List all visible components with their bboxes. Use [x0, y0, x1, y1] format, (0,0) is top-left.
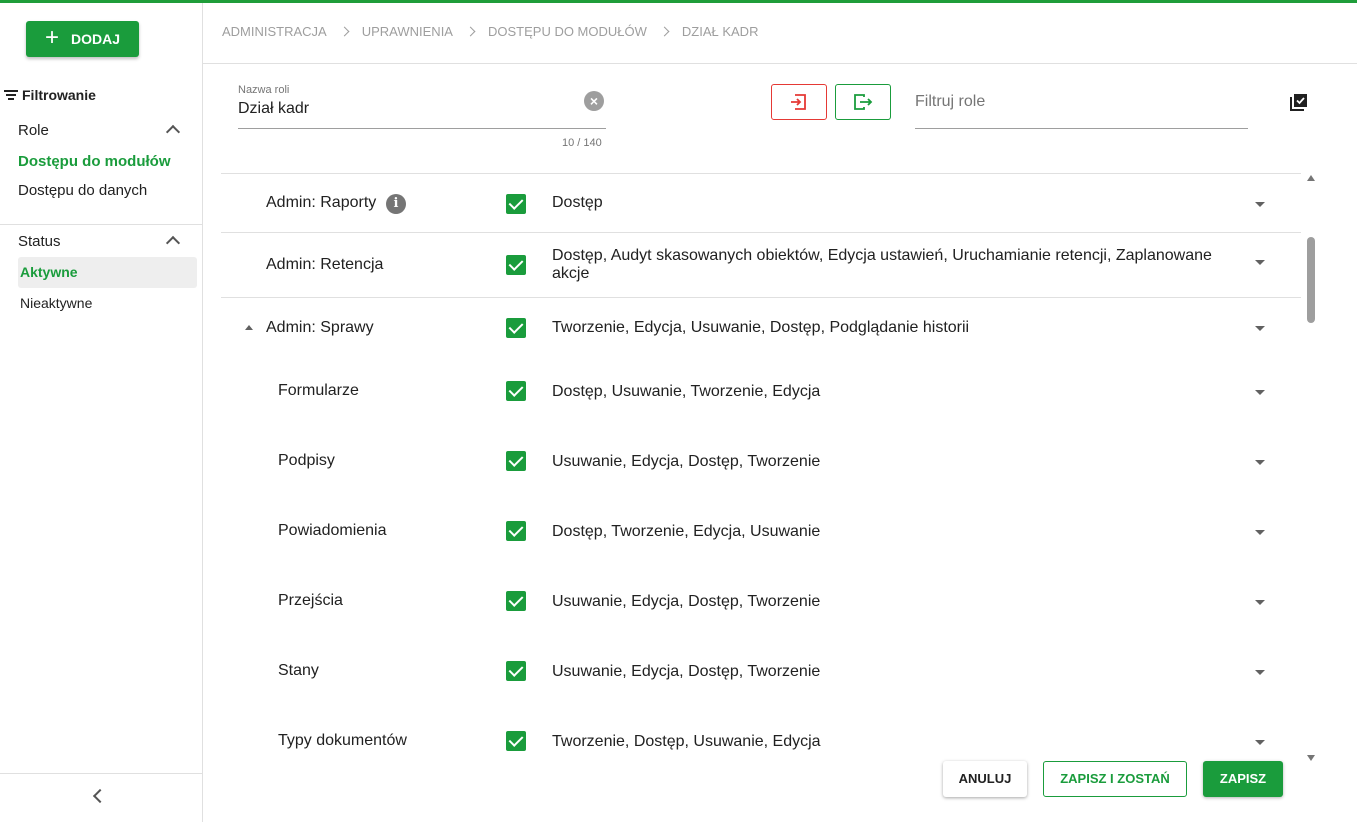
- breadcrumb-item[interactable]: DOSTĘPU DO MODUŁÓW: [488, 24, 647, 39]
- table-row: Stany Usuwanie, Edycja, Dostęp, Tworzeni…: [221, 637, 1301, 707]
- dropdown-caret-icon[interactable]: [1255, 390, 1265, 395]
- table-row: Powiadomienia Dostęp, Tworzenie, Edycja,…: [221, 497, 1301, 567]
- export-icon: [854, 94, 873, 110]
- sidebar-bottom-divider: [0, 773, 202, 774]
- status-group-header[interactable]: Status: [18, 233, 181, 251]
- plus-icon: +: [44, 24, 59, 51]
- filter-title: Filtrowanie: [22, 87, 96, 103]
- dropdown-caret-icon[interactable]: [1255, 740, 1265, 745]
- row-checkbox[interactable]: [506, 318, 526, 338]
- chevron-right-icon: [339, 26, 350, 37]
- import-button[interactable]: [771, 84, 827, 120]
- permissions-table: Admin: Raporty i Dostęp Admin: Retencja …: [221, 173, 1301, 766]
- table-row: Podpisy Usuwanie, Edycja, Dostęp, Tworze…: [221, 427, 1301, 497]
- save-button[interactable]: ZAPISZ: [1203, 761, 1283, 797]
- dropdown-caret-icon[interactable]: [1255, 600, 1265, 605]
- add-button[interactable]: + DODAJ: [26, 21, 139, 57]
- dropdown-caret-icon[interactable]: [1255, 326, 1265, 331]
- filter-icon: [4, 90, 18, 100]
- row-checkbox[interactable]: [506, 661, 526, 681]
- import-icon: [791, 94, 806, 110]
- status-item-active[interactable]: Aktywne: [18, 257, 197, 288]
- role-group-label: Role: [18, 122, 49, 139]
- role-name-underline: [238, 128, 606, 129]
- status-item-inactive[interactable]: Nieaktywne: [18, 288, 197, 319]
- row-checkbox[interactable]: [506, 255, 526, 275]
- dropdown-caret-icon[interactable]: [1255, 670, 1265, 675]
- row-permissions[interactable]: Dostęp, Tworzenie, Edycja, Usuwanie: [552, 523, 1232, 541]
- row-module-name: Admin: Raporty: [266, 194, 377, 211]
- scroll-down-arrow[interactable]: [1307, 755, 1315, 761]
- filter-roles-underline: [915, 128, 1248, 129]
- breadcrumb-item[interactable]: ADMINISTRACJA: [222, 24, 327, 39]
- select-all-icon[interactable]: [1288, 91, 1310, 118]
- clear-icon[interactable]: ×: [584, 91, 604, 111]
- chevron-up-icon: [165, 124, 181, 140]
- table-row: Przejścia Usuwanie, Edycja, Dostęp, Twor…: [221, 567, 1301, 637]
- collapse-caret-icon[interactable]: [245, 325, 253, 330]
- row-permissions[interactable]: Usuwanie, Edycja, Dostęp, Tworzenie: [552, 453, 1232, 471]
- header-divider: [203, 63, 1357, 64]
- chevron-left-icon[interactable]: [92, 788, 108, 804]
- row-checkbox[interactable]: [506, 451, 526, 471]
- row-module-name: Stany: [278, 662, 319, 679]
- chevron-right-icon: [659, 26, 670, 37]
- row-checkbox[interactable]: [506, 521, 526, 541]
- role-group-header[interactable]: Role: [18, 122, 181, 140]
- role-name-input[interactable]: Dział kadr: [238, 100, 309, 118]
- breadcrumb: ADMINISTRACJA UPRAWNIENIA DOSTĘPU DO MOD…: [222, 24, 758, 39]
- row-module-name: Admin: Retencja: [266, 256, 384, 273]
- table-row: Admin: Retencja Dostęp, Audyt skasowanyc…: [221, 232, 1301, 297]
- add-button-label: DODAJ: [71, 31, 121, 47]
- row-module-name: Admin: Sprawy: [266, 319, 374, 336]
- row-checkbox[interactable]: [506, 591, 526, 611]
- dropdown-caret-icon[interactable]: [1255, 460, 1265, 465]
- sidebar-divider: [0, 224, 202, 225]
- row-permissions[interactable]: Dostęp, Usuwanie, Tworzenie, Edycja: [552, 383, 1232, 401]
- table-row: Typy dokumentów Tworzenie, Dostęp, Usuwa…: [221, 707, 1301, 766]
- row-permissions[interactable]: Usuwanie, Edycja, Dostęp, Tworzenie: [552, 663, 1232, 681]
- dropdown-caret-icon[interactable]: [1255, 202, 1265, 207]
- sidebar: + DODAJ Filtrowanie Role Dostępu do modu…: [0, 3, 203, 822]
- row-permissions[interactable]: Usuwanie, Edycja, Dostęp, Tworzenie: [552, 593, 1232, 611]
- row-module-name: Powiadomienia: [278, 522, 387, 539]
- dropdown-caret-icon[interactable]: [1255, 530, 1265, 535]
- sidebar-item-data-access[interactable]: Dostępu do danych: [18, 182, 147, 199]
- row-module-name: Typy dokumentów: [278, 732, 407, 749]
- scrollbar-thumb[interactable]: [1307, 237, 1315, 323]
- chevron-up-icon: [165, 235, 181, 251]
- table-row: Formularze Dostęp, Usuwanie, Tworzenie, …: [221, 357, 1301, 427]
- top-accent-line: [0, 0, 1357, 3]
- row-permissions[interactable]: Tworzenie, Edycja, Usuwanie, Dostęp, Pod…: [552, 319, 1232, 337]
- row-module-name: Formularze: [278, 382, 359, 399]
- row-permissions[interactable]: Dostęp: [552, 194, 1232, 212]
- table-row: Admin: Raporty i Dostęp: [221, 173, 1301, 232]
- row-permissions[interactable]: Dostęp, Audyt skasowanych obiektów, Edyc…: [552, 247, 1232, 283]
- row-checkbox[interactable]: [506, 731, 526, 751]
- cancel-button[interactable]: ANULUJ: [943, 761, 1027, 797]
- dropdown-caret-icon[interactable]: [1255, 260, 1265, 265]
- chevron-right-icon: [465, 26, 476, 37]
- row-module-name: Przejścia: [278, 592, 343, 609]
- filter-roles-input[interactable]: Filtruj role: [915, 93, 985, 111]
- row-checkbox[interactable]: [506, 194, 526, 214]
- status-group-label: Status: [18, 233, 61, 250]
- row-permissions[interactable]: Tworzenie, Dostęp, Usuwanie, Edycja: [552, 733, 1232, 751]
- row-module-name: Podpisy: [278, 452, 335, 469]
- info-icon[interactable]: i: [386, 194, 406, 214]
- filter-header: Filtrowanie: [4, 87, 96, 103]
- breadcrumb-item[interactable]: UPRAWNIENIA: [362, 24, 453, 39]
- role-name-counter: 10 / 140: [562, 137, 602, 149]
- breadcrumb-item: DZIAŁ KADR: [681, 24, 759, 39]
- role-name-label: Nazwa roli: [238, 84, 290, 96]
- row-checkbox[interactable]: [506, 381, 526, 401]
- sidebar-item-module-access[interactable]: Dostępu do modułów: [18, 153, 170, 170]
- save-and-stay-button[interactable]: ZAPISZ I ZOSTAŃ: [1043, 761, 1187, 797]
- scroll-up-arrow[interactable]: [1307, 175, 1315, 181]
- table-row: Admin: Sprawy Tworzenie, Edycja, Usuwani…: [221, 297, 1301, 357]
- export-button[interactable]: [835, 84, 891, 120]
